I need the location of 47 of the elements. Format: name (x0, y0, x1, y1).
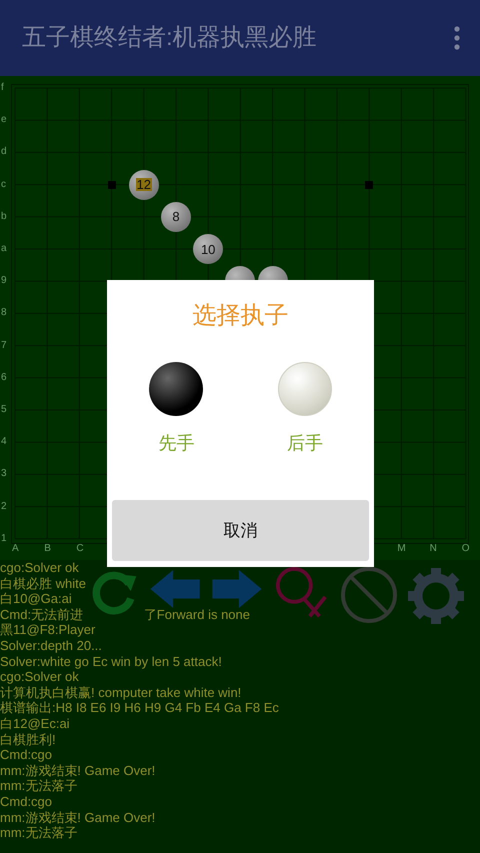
row-label: 2 (1, 502, 7, 512)
row-label: 6 (1, 372, 7, 383)
log-line: Cmd:cgo (0, 747, 52, 763)
log-line: 棋谱输出:H8 I8 E6 I9 H6 H9 G4 Fb E4 Ga F8 Ec (0, 700, 279, 716)
column-label: M (397, 544, 406, 554)
move-number: 8 (171, 210, 181, 224)
column-label: C (76, 544, 84, 554)
option-label: 后手 (286, 432, 323, 455)
move-number: 12 (136, 178, 152, 192)
log-line: 白棋必胜 white (0, 576, 86, 592)
log-line: Cmd:无法前进 (0, 606, 84, 622)
row-label: 9 (1, 276, 7, 286)
dialog-title: 选择执子 (192, 301, 288, 331)
column-label: N (430, 544, 437, 554)
column-label: O (462, 544, 470, 554)
log-line: 计算机执白棋赢! computer take white win! (0, 684, 242, 700)
log-line: 黑11@F8:Player (0, 622, 96, 638)
log-line: mm:无法落子 (0, 825, 78, 841)
row-label: c (1, 180, 6, 190)
log-line: mm:游戏结束! Game Over! (0, 810, 156, 826)
row-label: d (1, 147, 7, 158)
row-label: 7 (1, 340, 7, 351)
row-label: 8 (1, 308, 7, 318)
log-line: 白12@Ec:ai (0, 716, 70, 732)
row-label: 4 (1, 437, 7, 448)
log-line: mm:游戏结束! Game Over! (0, 762, 156, 778)
log-line: 了Forward is none (144, 606, 250, 622)
row-label: f (1, 83, 4, 93)
log-line: Cmd:cgo (0, 794, 52, 810)
column-label: A (12, 544, 19, 554)
log-line: Solver:depth 20... (0, 638, 102, 654)
row-label: e (1, 115, 7, 126)
row-label: 3 (1, 469, 7, 480)
log-line: cgo:Solver ok (0, 669, 79, 685)
move-number: 10 (200, 242, 216, 256)
option-label: 先手 (158, 432, 194, 455)
row-label: b (1, 212, 7, 222)
log-line: 白10@Ga:ai (0, 591, 72, 607)
log-line: cgo:Solver ok (0, 560, 79, 576)
log-line: Solver:white go Ec win by len 5 attack! (0, 654, 222, 670)
log-line: mm:无法落子 (0, 778, 78, 794)
row-label: a (1, 244, 7, 254)
log-line: 白棋胜利! (0, 732, 56, 748)
column-label: B (44, 544, 51, 554)
app-title: 五子棋终结者:机器执黑必胜 (22, 23, 317, 53)
row-label: 5 (1, 405, 7, 415)
row-label: 1 (1, 534, 7, 544)
